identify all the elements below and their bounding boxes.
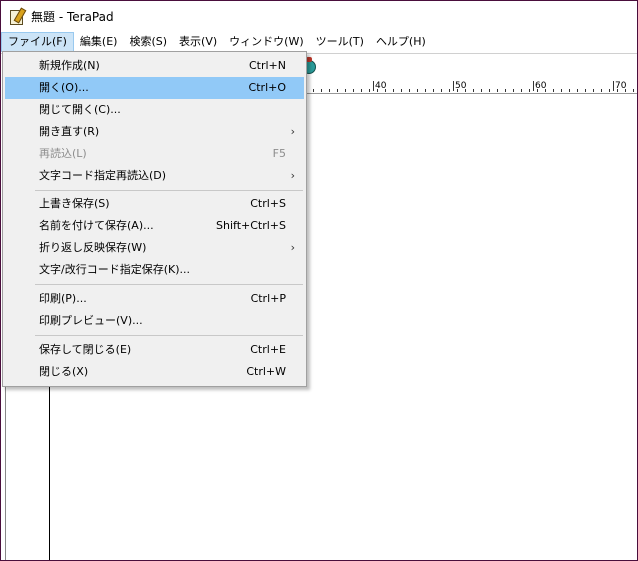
ruler-label-40: 40	[373, 81, 387, 91]
menu-item-save-with-encoding[interactable]: 文字/改行コード指定保存(K)...	[5, 259, 304, 281]
menu-file[interactable]: ファイル(F)	[1, 32, 74, 52]
menu-item-print-preview[interactable]: 印刷プレビュー(V)...	[5, 310, 304, 332]
window-title: 無題 - TeraPad	[31, 9, 114, 24]
menu-separator	[35, 335, 303, 336]
menu-item-close-and-open[interactable]: 閉じて開く(C)...	[5, 99, 304, 121]
menu-item-reload: 再読込(L) F5	[39, 147, 286, 160]
menu-view[interactable]: 表示(V)	[173, 32, 223, 52]
ruler-label-60: 60	[533, 81, 547, 91]
ruler-label-50: 50	[453, 81, 467, 91]
menu-item-new[interactable]: 新規作成(N) Ctrl+N	[5, 55, 304, 77]
menu-item-save-and-close[interactable]: 保存して閉じる(E) Ctrl+E	[5, 339, 304, 361]
menu-item-print[interactable]: 印刷(P)... Ctrl+P	[5, 288, 304, 310]
menu-tools[interactable]: ツール(T)	[310, 32, 370, 52]
menu-help[interactable]: ヘルプ(H)	[370, 32, 432, 52]
menu-item-reload-with-encoding[interactable]: 文字コード指定再読込(D) ›	[5, 165, 304, 187]
submenu-arrow-icon: ›	[290, 241, 295, 254]
menu-item-reopen[interactable]: 開き直す(R) ›	[5, 121, 304, 143]
menu-item-save[interactable]: 上書き保存(S) Ctrl+S	[5, 193, 304, 215]
title-bar[interactable]: 無題 - TeraPad	[1, 1, 637, 31]
ruler-label-70: 70	[613, 81, 627, 91]
menu-item-close[interactable]: 閉じる(X) Ctrl+W	[5, 361, 304, 383]
menu-item-save-wrapped[interactable]: 折り返し反映保存(W) ›	[5, 237, 304, 259]
menu-window[interactable]: ウィンドウ(W)	[223, 32, 309, 52]
menu-separator	[35, 190, 303, 191]
terapad-app-icon[interactable]	[9, 7, 27, 25]
submenu-arrow-icon: ›	[290, 169, 295, 182]
file-menu-dropdown: 新規作成(N) Ctrl+N 開く(O)... Ctrl+O 閉じて開く(C).…	[2, 51, 307, 387]
menu-bar: ファイル(F) 編集(E) 検索(S) 表示(V) ウィンドウ(W) ツール(T…	[1, 32, 637, 52]
menu-edit[interactable]: 編集(E)	[74, 32, 124, 52]
menu-item-open[interactable]: 開く(O)... Ctrl+O	[5, 77, 304, 99]
menu-item-save-as[interactable]: 名前を付けて保存(A)... Shift+Ctrl+S	[5, 215, 304, 237]
menu-separator	[35, 284, 303, 285]
menu-search[interactable]: 検索(S)	[123, 32, 173, 52]
submenu-arrow-icon: ›	[290, 125, 295, 138]
